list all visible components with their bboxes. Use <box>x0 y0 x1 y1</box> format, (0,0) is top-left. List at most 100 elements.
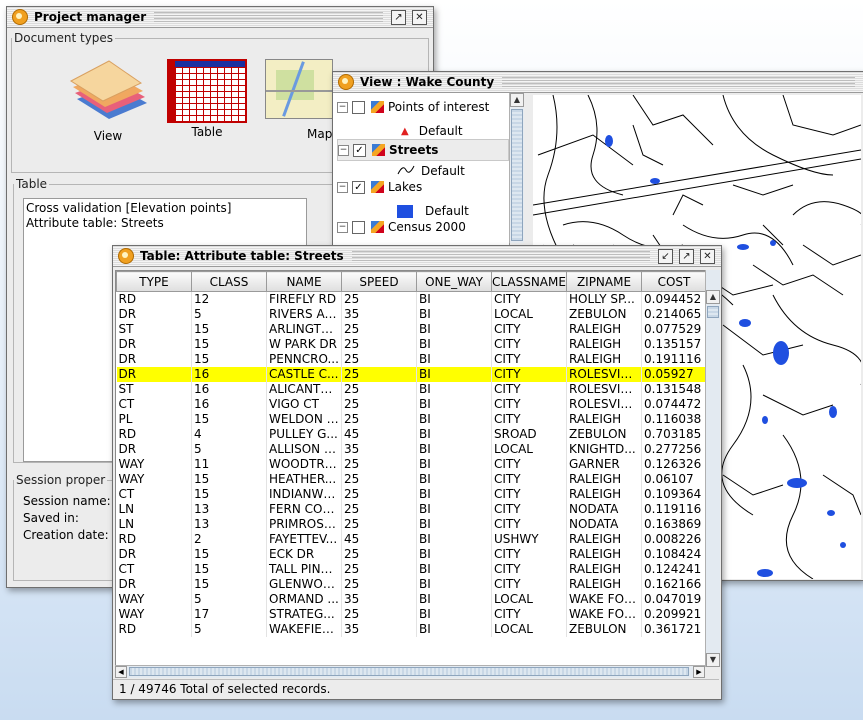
table-cell[interactable]: RD <box>116 291 192 307</box>
table-cell[interactable]: CITY <box>491 322 567 337</box>
table-cell[interactable]: CT <box>116 397 192 412</box>
table-cell[interactable]: CITY <box>491 487 567 502</box>
table-cell[interactable]: WOODTRE... <box>266 457 342 472</box>
table-cell[interactable]: RALEIGH <box>566 322 642 337</box>
table-cell[interactable]: 5 <box>191 442 267 457</box>
table-cell[interactable]: BI <box>416 291 492 307</box>
column-header-class[interactable]: CLASS <box>191 271 267 292</box>
table-cell[interactable]: NODATA <box>566 517 642 532</box>
table-cell[interactable]: STRATEG... <box>266 607 342 622</box>
table-cell[interactable]: 35 <box>341 622 417 637</box>
table-cell[interactable]: 25 <box>341 577 417 592</box>
table-row[interactable]: CT 16 VIGO CT 25 BI CITY ROLESVILLE 0.074472 <box>116 397 706 412</box>
column-header-name[interactable]: NAME <box>266 271 342 292</box>
table-row[interactable]: ST 16 ALICANTE... 25 BI CITY ROLESVILLE 0.13154… <box>116 382 706 397</box>
table-cell[interactable]: BI <box>416 547 492 562</box>
table-cell[interactable]: RALEIGH <box>566 337 642 352</box>
table-cell[interactable]: DR <box>116 337 192 352</box>
table-cell[interactable]: ROLESVILLE <box>566 382 642 397</box>
table-row[interactable]: CT 15 INDIANWO... 25 BI CITY RALEIGH 0.109364 <box>116 487 706 502</box>
table-titlebar[interactable]: Table: Attribute table: Streets ↙ ↗ ✕ <box>113 246 721 267</box>
table-cell[interactable]: USHWY <box>491 532 567 547</box>
list-item[interactable]: Cross validation [Elevation points] <box>24 199 306 216</box>
table-cell[interactable]: 16 <box>191 367 267 382</box>
table-cell[interactable]: DR <box>116 442 192 457</box>
table-cell[interactable]: WAY <box>116 607 192 622</box>
table-cell[interactable]: 15 <box>191 577 267 592</box>
table-cell[interactable]: CT <box>116 487 192 502</box>
layer-visibility-checkbox[interactable] <box>352 100 365 114</box>
table-cell[interactable]: BI <box>416 472 492 487</box>
layer-visibility-checkbox[interactable]: ✓ <box>353 143 366 157</box>
table-cell[interactable]: BI <box>416 532 492 547</box>
table-cell[interactable]: PL <box>116 412 192 427</box>
table-cell[interactable]: BI <box>416 337 492 352</box>
table-cell[interactable]: 16 <box>191 397 267 412</box>
table-cell[interactable]: 13 <box>191 502 267 517</box>
table-cell[interactable]: FERN COT... <box>266 502 342 517</box>
table-cell[interactable]: GARNER <box>566 457 642 472</box>
table-row[interactable]: DR 15 W PARK DR 25 BI CITY RALEIGH 0.135157 <box>116 337 706 352</box>
toc-scrollbar[interactable]: ▲ <box>509 93 524 243</box>
table-cell[interactable]: ZEBULON <box>566 307 642 322</box>
table-cell[interactable]: TALL PINE... <box>266 562 342 577</box>
table-cell[interactable]: 15 <box>191 352 267 367</box>
table-cell[interactable]: 25 <box>341 517 417 532</box>
table-row[interactable]: RD 4 PULLEY G... 45 BI SROAD ZEBULON 0.703185 <box>116 427 706 442</box>
table-cell[interactable]: DR <box>116 307 192 322</box>
maximize-icon[interactable]: ↗ <box>391 9 406 25</box>
table-cell[interactable]: ROLESVILLE <box>566 367 642 382</box>
table-cell[interactable]: CITY <box>491 291 567 307</box>
scroll-up-icon[interactable]: ▲ <box>706 290 720 304</box>
collapse-icon[interactable]: − <box>337 101 348 113</box>
table-cell[interactable]: CITY <box>491 382 567 397</box>
table-cell[interactable]: CITY <box>491 472 567 487</box>
table-cell[interactable]: 45 <box>341 532 417 547</box>
table-cell[interactable]: CITY <box>491 457 567 472</box>
table-cell[interactable]: RD <box>116 532 192 547</box>
table-cell[interactable]: 5 <box>191 622 267 637</box>
table-cell[interactable]: FAYETTEV... <box>266 532 342 547</box>
table-cell[interactable]: FIREFLY RD <box>266 291 342 307</box>
table-cell[interactable]: 0.108424 <box>641 547 706 562</box>
table-cell[interactable]: 0.05927 <box>641 367 706 382</box>
scrollbar-thumb[interactable] <box>511 109 523 241</box>
table-cell[interactable]: WELDON PL <box>266 412 342 427</box>
table-cell[interactable]: ST <box>116 382 192 397</box>
table-cell[interactable]: 0.162166 <box>641 577 706 592</box>
table-cell[interactable]: BI <box>416 517 492 532</box>
collapse-icon[interactable]: − <box>338 144 349 156</box>
table-cell[interactable]: CITY <box>491 352 567 367</box>
table-cell[interactable]: 0.109364 <box>641 487 706 502</box>
table-cell[interactable]: PENNCRO... <box>266 352 342 367</box>
table-row[interactable]: WAY 15 HEATHER... 25 BI CITY RALEIGH 0.06107 <box>116 472 706 487</box>
doc-type-view[interactable]: View <box>63 55 153 151</box>
table-cell[interactable]: 0.361721 <box>641 622 706 637</box>
table-cell[interactable]: BI <box>416 502 492 517</box>
table-cell[interactable]: RALEIGH <box>566 472 642 487</box>
table-row[interactable]: WAY 17 STRATEG... 25 BI CITY WAKE FOR... 0.2099… <box>116 607 706 622</box>
table-cell[interactable]: 35 <box>341 307 417 322</box>
table-cell[interactable]: 15 <box>191 562 267 577</box>
column-header-cost[interactable]: COST <box>641 271 706 292</box>
table-cell[interactable]: RD <box>116 427 192 442</box>
table-cell[interactable]: BI <box>416 622 492 637</box>
table-cell[interactable]: WAKE FOR... <box>566 607 642 622</box>
table-cell[interactable]: 15 <box>191 487 267 502</box>
table-cell[interactable]: PRIMROSE... <box>266 517 342 532</box>
table-cell[interactable]: PULLEY G... <box>266 427 342 442</box>
table-cell[interactable]: 13 <box>191 517 267 532</box>
table-cell[interactable]: BI <box>416 427 492 442</box>
column-header-speed[interactable]: SPEED <box>341 271 417 292</box>
scroll-down-icon[interactable]: ▼ <box>706 653 720 667</box>
table-cell[interactable]: 25 <box>341 367 417 382</box>
table-row[interactable]: WAY 11 WOODTRE... 25 BI CITY GARNER 0.126326 <box>116 457 706 472</box>
table-cell[interactable]: 0.277256 <box>641 442 706 457</box>
table-cell[interactable]: 25 <box>341 337 417 352</box>
table-cell[interactable]: BI <box>416 367 492 382</box>
table-cell[interactable]: SROAD <box>491 427 567 442</box>
table-cell[interactable]: WAKE FOR... <box>566 592 642 607</box>
table-cell[interactable]: ROLESVILLE <box>566 397 642 412</box>
table-cell[interactable]: 12 <box>191 291 267 307</box>
table-cell[interactable]: LN <box>116 517 192 532</box>
